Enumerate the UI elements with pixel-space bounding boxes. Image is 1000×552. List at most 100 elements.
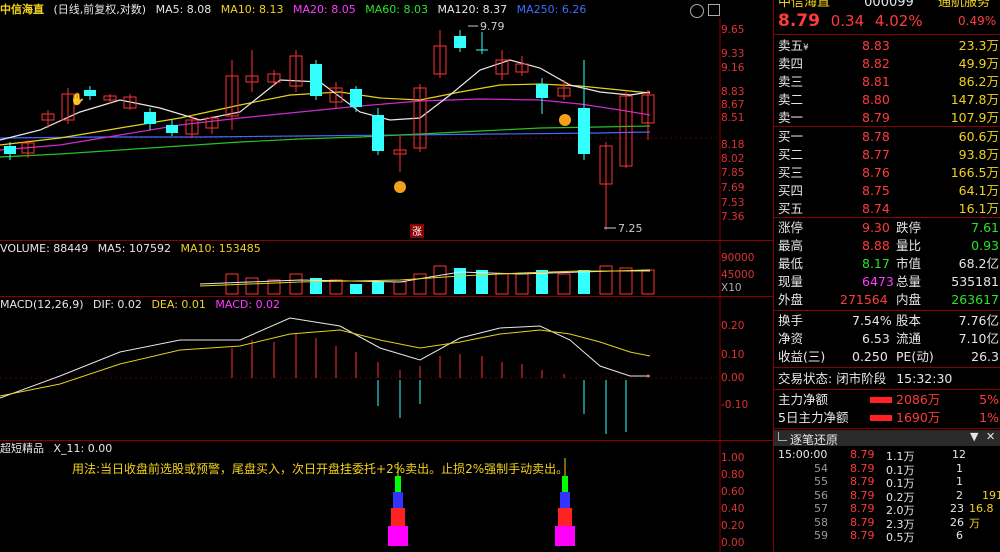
ask-row: 卖四 8.82 49.9万 bbox=[778, 55, 1000, 73]
tick-row: 56 8.79 0.2万 2 191 bbox=[774, 489, 1000, 504]
ticks-title[interactable]: 逐笔还原 bbox=[790, 431, 838, 448]
macd-tick: -0.10 bbox=[721, 399, 749, 411]
tick-price: 8.79 bbox=[850, 448, 875, 461]
candle bbox=[329, 82, 343, 108]
stat-key: 最高 bbox=[778, 238, 804, 253]
candle bbox=[495, 50, 509, 80]
tick-row: 54 8.79 0.1万 1 bbox=[774, 461, 1000, 477]
price-tick: 7.53 bbox=[721, 197, 745, 209]
fin-key: 流通 bbox=[896, 331, 922, 346]
stats-row: 现量 6473 总量 535181 bbox=[778, 273, 1000, 291]
main-net5-bar bbox=[870, 415, 892, 421]
tick-count: 26 bbox=[950, 515, 964, 529]
stat-value: 271564 bbox=[840, 292, 888, 307]
stat-value: 9.30 bbox=[862, 220, 890, 235]
price-tick: 8.67 bbox=[721, 99, 745, 111]
ticks-list: 15:00:00 8.79 1.1万 12 54 8.79 0.1万 1 55 8.79 0.1… bbox=[774, 448, 1000, 544]
price-tick: 9.16 bbox=[721, 62, 745, 74]
ask-price: 8.81 bbox=[862, 74, 890, 89]
quote-price-row: 8.79 0.34 4.02% 0.49% bbox=[778, 12, 1000, 30]
price-tick: 8.83 bbox=[721, 86, 745, 98]
ask-row: 卖三 8.81 86.2万 bbox=[778, 73, 1000, 91]
volume-axis: 90000 45000 X10 bbox=[721, 252, 773, 296]
volume-chart[interactable] bbox=[0, 240, 773, 296]
stat-key: 现量 bbox=[778, 274, 804, 289]
macd-chart[interactable] bbox=[0, 296, 773, 440]
ask-label: 卖二 bbox=[778, 92, 804, 107]
price-tick: 7.69 bbox=[721, 182, 745, 194]
trade-status-row: 交易状态: 闭市阶段 15:32:30 bbox=[778, 370, 1000, 388]
quote-weibi: 0.49% bbox=[958, 14, 997, 28]
indicator-tick: 0.40 bbox=[721, 503, 745, 515]
stat-value: 263617 bbox=[951, 292, 999, 307]
ask-row: 卖五¥ 8.83 23.3万 bbox=[778, 38, 999, 53]
signal-column bbox=[555, 458, 575, 546]
tick-time: 54 bbox=[814, 461, 828, 475]
bid-volume: 60.6万 bbox=[958, 129, 999, 144]
ma250-line bbox=[0, 131, 651, 139]
stats-row: 最高 8.88 量比 0.93 bbox=[778, 237, 1000, 255]
tick-row: 58 8.79 2.3万 26 bbox=[774, 515, 1000, 531]
ask-price: 8.80 bbox=[862, 92, 890, 107]
indicator-tick: 1.00 bbox=[721, 452, 745, 464]
chart-area[interactable]: 中信海直 (日线,前复权,对数) MA5: 8.08 MA10: 8.13 MA… bbox=[0, 0, 773, 552]
limit-up-marker: 涨 bbox=[412, 226, 422, 238]
bid-row: 买二 8.77 93.8万 bbox=[778, 146, 1000, 164]
quote-price: 8.79 bbox=[778, 11, 820, 31]
main-net5-label: 5日主力净额 bbox=[778, 410, 849, 425]
candle bbox=[557, 80, 571, 100]
price-tick: 8.51 bbox=[721, 112, 745, 124]
main-net-pct: 5% bbox=[979, 392, 999, 407]
bid-label: 买一 bbox=[778, 129, 804, 144]
ask-volume: 49.9万 bbox=[958, 56, 999, 71]
quote-stock-name: 中信海直 bbox=[778, 0, 831, 10]
ask-volume: 147.8万 bbox=[950, 92, 999, 107]
tick-row: 57 8.79 2.0万 23 16.8万 bbox=[774, 502, 1000, 530]
tick-time: 55 bbox=[814, 475, 828, 488]
ask-label: 卖三 bbox=[778, 74, 804, 89]
ask-volume: 107.9万 bbox=[950, 110, 999, 125]
tick-count: 12 bbox=[952, 448, 966, 461]
candle bbox=[166, 120, 178, 136]
macd-tick: 0.20 bbox=[721, 320, 745, 332]
main-net5-value: 1690万 bbox=[896, 410, 941, 425]
indicator-tick: 0.00 bbox=[721, 537, 745, 549]
fin-value: 26.3 bbox=[971, 349, 999, 364]
candle bbox=[245, 50, 259, 92]
stat-key: 跌停 bbox=[896, 220, 922, 235]
trade-time: 15:32:30 bbox=[896, 371, 953, 386]
bid-volume: 93.8万 bbox=[958, 147, 999, 162]
volume-tick: X10 bbox=[721, 282, 742, 294]
tick-price: 8.79 bbox=[850, 529, 875, 542]
bid-row: 买五 8.74 16.1万 bbox=[778, 200, 1000, 218]
ask-row: 卖二 8.80 147.8万 bbox=[778, 91, 1000, 109]
ticks-tab-bar[interactable]: 逐笔还原 ▼ ✕ bbox=[774, 430, 1000, 448]
stat-value: 535181 bbox=[951, 274, 999, 289]
quote-panel: 中信海直 000099 通航服务 8.79 0.34 4.02% 0.49% 卖… bbox=[773, 0, 1000, 552]
fin-value: 0.250 bbox=[852, 349, 888, 364]
indicator-axis: 1.00 0.80 0.60 0.40 0.20 0.00 bbox=[721, 452, 773, 552]
stat-value: 6473 bbox=[862, 274, 894, 289]
candle bbox=[515, 56, 529, 76]
quote-change-pct: 4.02% bbox=[874, 12, 923, 30]
fin-key: 收益(三) bbox=[778, 349, 826, 364]
main-net5-row: 5日主力净额 1690万 1% bbox=[778, 409, 1000, 427]
expand-icon[interactable] bbox=[778, 432, 787, 441]
indicator-chart[interactable] bbox=[0, 440, 773, 552]
bid-row: 买一 8.78 60.6万 bbox=[778, 128, 1000, 146]
ask-label: 卖一 bbox=[778, 110, 804, 125]
kline-chart[interactable]: 9.79 7.25 涨 ✋ bbox=[0, 0, 773, 240]
filter-icon[interactable]: ▼ bbox=[970, 430, 978, 443]
candle bbox=[536, 78, 548, 114]
bid-label: 买三 bbox=[778, 165, 804, 180]
tick-time: 57 bbox=[814, 502, 828, 515]
stats-row: 外盘 271564 内盘 263617 bbox=[778, 291, 1000, 309]
bid-label: 买二 bbox=[778, 147, 804, 162]
candles bbox=[4, 30, 655, 230]
close-icon[interactable]: ✕ bbox=[986, 430, 995, 443]
candle bbox=[123, 94, 137, 110]
indicator-tick: 0.60 bbox=[721, 486, 745, 498]
fin-row: 净资 6.53 流通 7.10亿 bbox=[778, 330, 1000, 348]
quote-tag: 通航服务 bbox=[937, 0, 990, 10]
tick-price: 8.79 bbox=[850, 502, 875, 515]
